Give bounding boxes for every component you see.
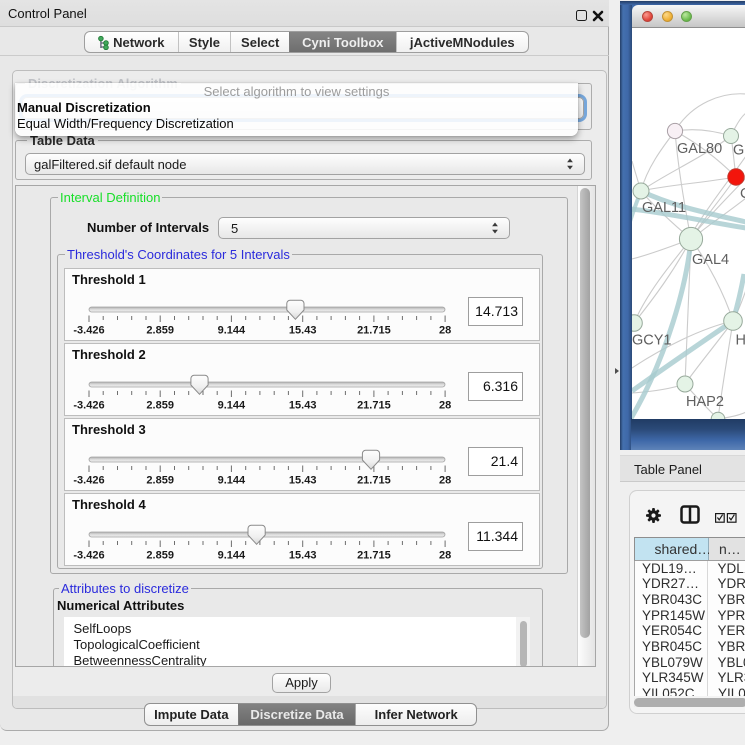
svg-text:9.144: 9.144 — [218, 325, 246, 337]
svg-text:9.144: 9.144 — [218, 550, 246, 562]
svg-text:21.715: 21.715 — [357, 325, 391, 337]
svg-text:GAL11: GAL11 — [642, 200, 686, 216]
svg-text:GAL4: GAL4 — [692, 252, 729, 268]
svg-text:28: 28 — [439, 475, 451, 487]
svg-text:21.715: 21.715 — [357, 475, 391, 487]
svg-text:21.715: 21.715 — [357, 400, 391, 412]
svg-text:-3.426: -3.426 — [73, 400, 104, 412]
svg-text:9.144: 9.144 — [218, 475, 246, 487]
svg-text:2.859: 2.859 — [146, 400, 174, 412]
svg-text:21.715: 21.715 — [357, 550, 391, 562]
svg-text:GCY1: GCY1 — [632, 333, 672, 349]
svg-text:-3.426: -3.426 — [73, 325, 104, 337]
svg-text:H: H — [735, 333, 745, 349]
svg-text:GAL80: GAL80 — [677, 141, 722, 157]
svg-text:28: 28 — [439, 550, 451, 562]
svg-text:28: 28 — [439, 400, 451, 412]
svg-text:-3.426: -3.426 — [73, 475, 104, 487]
svg-text:C: C — [740, 186, 745, 202]
svg-text:2.859: 2.859 — [146, 325, 174, 337]
svg-text:9.144: 9.144 — [218, 400, 246, 412]
svg-text:15.43: 15.43 — [289, 475, 317, 487]
svg-text:2.859: 2.859 — [146, 550, 174, 562]
svg-text:15.43: 15.43 — [289, 550, 317, 562]
svg-text:28: 28 — [439, 325, 451, 337]
svg-text:G.: G. — [733, 143, 745, 159]
svg-text:2.859: 2.859 — [146, 475, 174, 487]
svg-text:HAP2: HAP2 — [686, 394, 724, 410]
svg-text:-3.426: -3.426 — [73, 550, 104, 562]
svg-text:15.43: 15.43 — [289, 325, 317, 337]
svg-text:15.43: 15.43 — [289, 400, 317, 412]
